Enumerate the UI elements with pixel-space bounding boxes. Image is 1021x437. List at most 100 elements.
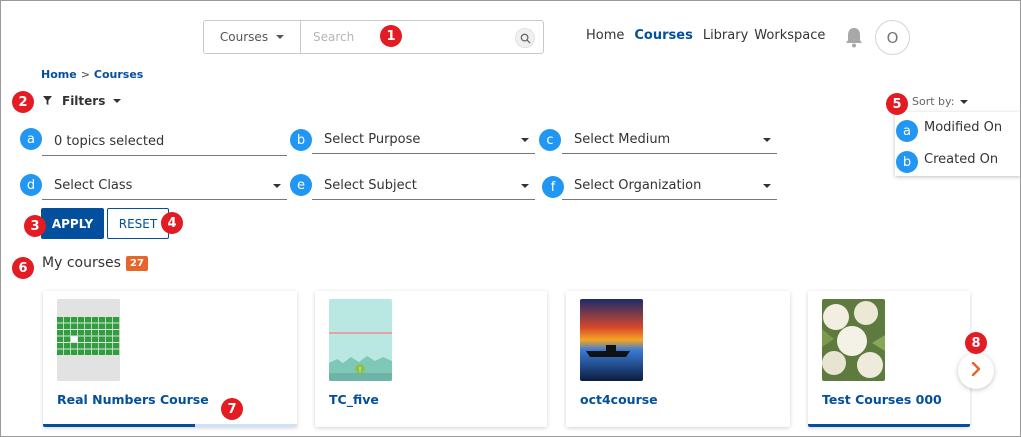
annotation-badge: d: [20, 174, 42, 196]
thumbnail-cell: [92, 343, 99, 349]
caret-down-icon: [521, 137, 529, 142]
thumbnail-cell: [106, 330, 113, 336]
thumbnail-cell: [113, 317, 120, 323]
course-thumbnail: [822, 299, 885, 381]
section-title: My courses: [42, 255, 121, 271]
caret-down-icon: [276, 35, 285, 39]
purpose-value: Select Purpose: [324, 132, 421, 147]
annotation-badge: 5: [886, 93, 908, 115]
svg-text:!: !: [359, 366, 362, 374]
search-bar: Courses: [203, 20, 544, 54]
avatar[interactable]: O: [875, 20, 910, 55]
topics-field[interactable]: 0 topics selected: [42, 128, 287, 156]
course-card[interactable]: Real Numbers Course: [43, 291, 297, 427]
sort-option-modified[interactable]: Modified On: [924, 120, 1002, 135]
caret-down-icon: [521, 183, 529, 188]
course-card[interactable]: oct4course: [566, 291, 790, 427]
thumbnail-cell: [85, 349, 92, 355]
filters-toggle[interactable]: Filters: [43, 94, 122, 108]
search-input[interactable]: [301, 21, 543, 53]
thumbnail-cell: [99, 323, 106, 329]
class-select[interactable]: Select Class: [42, 172, 287, 200]
nav-home[interactable]: Home: [586, 28, 624, 43]
course-title: oct4course: [580, 392, 658, 407]
thumbnail-cell: [113, 336, 120, 342]
annotation-badge: e: [290, 174, 312, 196]
thumbnail-cell: [92, 317, 99, 323]
thumbnail-cell: [78, 349, 85, 355]
thumbnail-cell: [57, 323, 64, 329]
apply-button[interactable]: APPLY: [41, 208, 104, 239]
course-title: Test Courses 000: [822, 392, 942, 407]
thumbnail-cell: [85, 323, 92, 329]
thumbnail-cell: [57, 349, 64, 355]
search-scope-dropdown[interactable]: Courses: [204, 21, 301, 53]
thumbnail-cell: [99, 317, 106, 323]
annotation-badge: a: [896, 120, 918, 142]
organization-select[interactable]: Select Organization: [562, 172, 777, 200]
caret-down-icon: [763, 137, 771, 142]
sort-by-dropdown[interactable]: Sort by:: [912, 95, 969, 108]
breadcrumb-home[interactable]: Home: [41, 68, 77, 81]
breadcrumb: Home > Courses: [41, 68, 143, 81]
caret-down-icon: [763, 183, 771, 188]
search-icon[interactable]: [515, 28, 535, 48]
thumbnail-cell: [113, 330, 120, 336]
breadcrumb-current[interactable]: Courses: [94, 68, 143, 81]
sort-by-label: Sort by:: [912, 95, 955, 108]
thumbnail-cell: [99, 343, 106, 349]
organization-value: Select Organization: [574, 178, 702, 193]
filter-icon: [43, 94, 52, 108]
course-title: Real Numbers Course: [57, 392, 209, 407]
caret-down-icon: [113, 99, 122, 103]
course-card[interactable]: Test Courses 000: [808, 291, 970, 427]
thumbnail-cell: [92, 336, 99, 342]
purpose-select[interactable]: Select Purpose: [312, 126, 535, 154]
course-card[interactable]: ! TC_five: [315, 291, 547, 427]
caret-down-icon: [273, 183, 281, 188]
class-value: Select Class: [54, 178, 133, 193]
thumbnail-cell: [78, 336, 85, 342]
thumbnail-cell: [64, 349, 71, 355]
annotation-badge: b: [290, 129, 312, 151]
thumbnail-cell: [64, 336, 71, 342]
bell-icon[interactable]: [844, 26, 864, 48]
course-thumbnail: !: [329, 299, 392, 381]
annotation-badge: c: [539, 129, 561, 151]
subject-select[interactable]: Select Subject: [312, 172, 535, 200]
thumbnail-cell: [106, 336, 113, 342]
thumbnail-cell: [85, 330, 92, 336]
thumbnail-cell: [57, 336, 64, 342]
thumbnail-cell: [92, 330, 99, 336]
thumbnail-cell: [57, 343, 64, 349]
reset-button[interactable]: RESET: [107, 208, 169, 239]
thumbnail-cell: [71, 317, 78, 323]
topics-value: 0 topics selected: [54, 134, 165, 149]
thumbnail-cell: [78, 323, 85, 329]
app-window: Courses Home Courses Library Workspace O…: [0, 0, 1021, 437]
thumbnail-cell: [106, 343, 113, 349]
annotation-badge: 8: [965, 332, 987, 354]
annotation-badge: 4: [161, 212, 183, 234]
medium-select[interactable]: Select Medium: [562, 126, 777, 154]
course-progress: [808, 424, 970, 427]
thumbnail-cell: [99, 336, 106, 342]
thumbnail-cell: [106, 323, 113, 329]
nav-courses[interactable]: Courses: [634, 28, 692, 43]
thumbnail-cell: [92, 323, 99, 329]
course-thumbnail: [580, 299, 643, 381]
course-progress: [315, 424, 547, 427]
course-progress: [566, 424, 790, 427]
thumbnail-cell: [64, 323, 71, 329]
nav-library[interactable]: Library: [703, 28, 748, 43]
carousel-next-button[interactable]: [958, 353, 994, 389]
thumbnail-cell: [78, 343, 85, 349]
sort-option-created[interactable]: Created On: [924, 152, 998, 167]
thumbnail-cell: [71, 330, 78, 336]
annotation-badge: a: [20, 128, 42, 150]
thumbnail-cell: [106, 349, 113, 355]
nav-workspace[interactable]: Workspace: [754, 28, 825, 43]
thumbnail-cell: [71, 349, 78, 355]
thumbnail-cell: [71, 323, 78, 329]
caret-down-icon: [960, 99, 969, 104]
